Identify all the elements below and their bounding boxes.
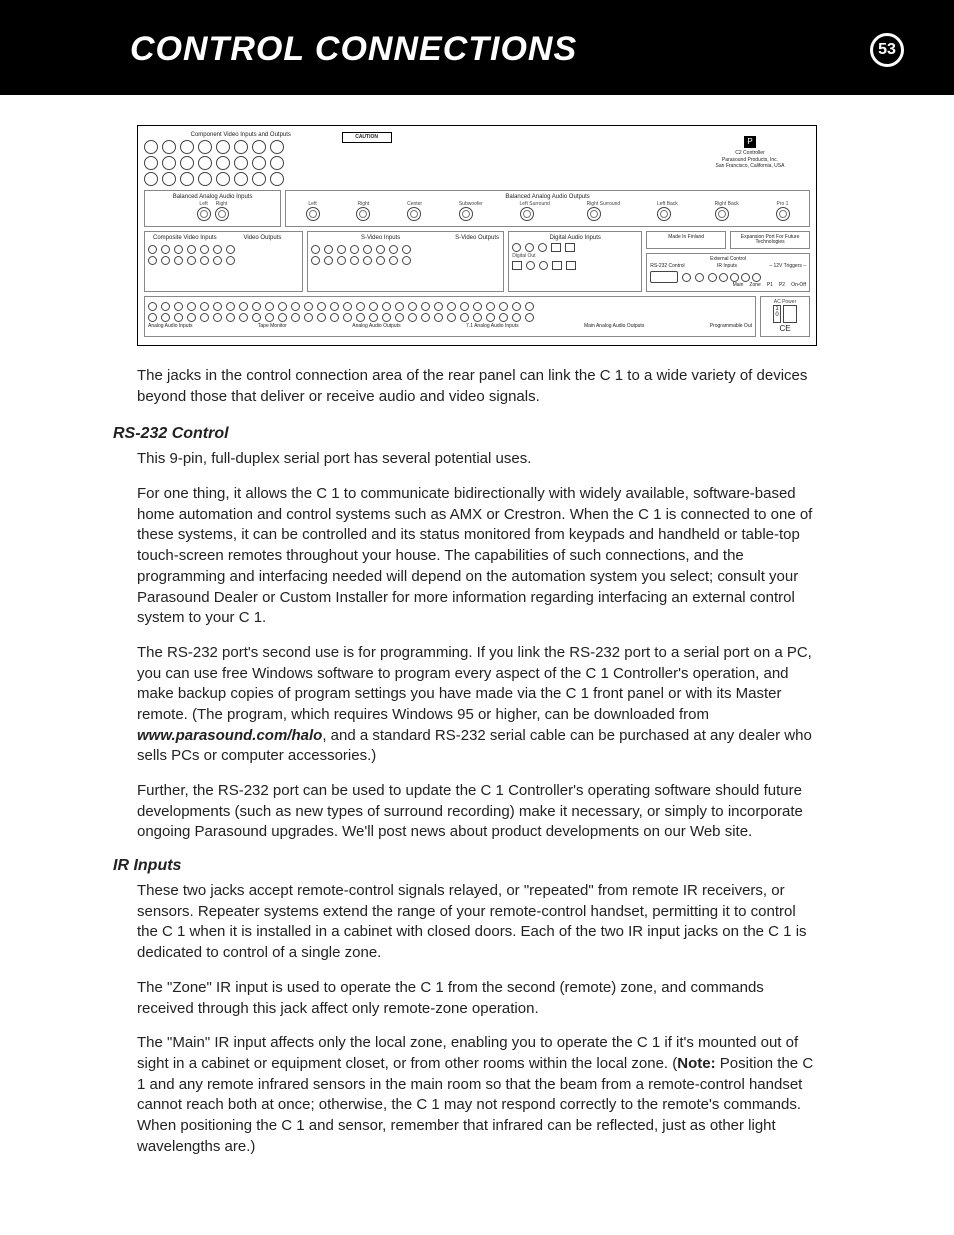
page: CONTROL CONNECTIONS 53 Component Video I… [0,0,954,1157]
brand-logo-icon: P [744,136,756,148]
body-paragraph: The "Main" IR input affects only the loc… [137,1033,817,1157]
page-number-badge: 53 [870,33,904,67]
section-heading-rs232: RS-232 Control [113,425,817,443]
caution-label: CAUTION [342,132,392,143]
diagram-label: Balanced Analog Audio Inputs [148,194,277,200]
body-paragraph: The RS-232 port's second use is for prog… [137,643,817,767]
body-paragraph: For one thing, it allows the C 1 to comm… [137,484,817,629]
page-title: CONTROL CONNECTIONS [130,30,577,69]
diagram-location: San Francisco, California, USA [694,163,806,170]
diagram-label: Balanced Analog Audio Outputs [289,194,806,200]
content: The jacks in the control connection area… [137,366,817,1157]
header-band: CONTROL CONNECTIONS 53 [0,0,954,95]
note-label: Note: [677,1055,715,1072]
download-link[interactable]: www.parasound.com/halo [137,727,322,744]
diagram-label: Component Video Inputs and Outputs [144,132,338,138]
intro-paragraph: The jacks in the control connection area… [137,366,817,407]
page-number: 53 [878,41,896,59]
section-heading-ir: IR Inputs [113,857,817,875]
body-paragraph: The "Zone" IR input is used to operate t… [137,978,817,1019]
body-paragraph: These two jacks accept remote-control si… [137,881,817,964]
body-paragraph: This 9-pin, full-duplex serial port has … [137,449,817,470]
rear-panel-diagram: Component Video Inputs and Outputs CAUTI… [137,125,817,346]
body-paragraph: Further, the RS-232 port can be used to … [137,781,817,843]
ce-mark-icon: CE [764,325,806,333]
